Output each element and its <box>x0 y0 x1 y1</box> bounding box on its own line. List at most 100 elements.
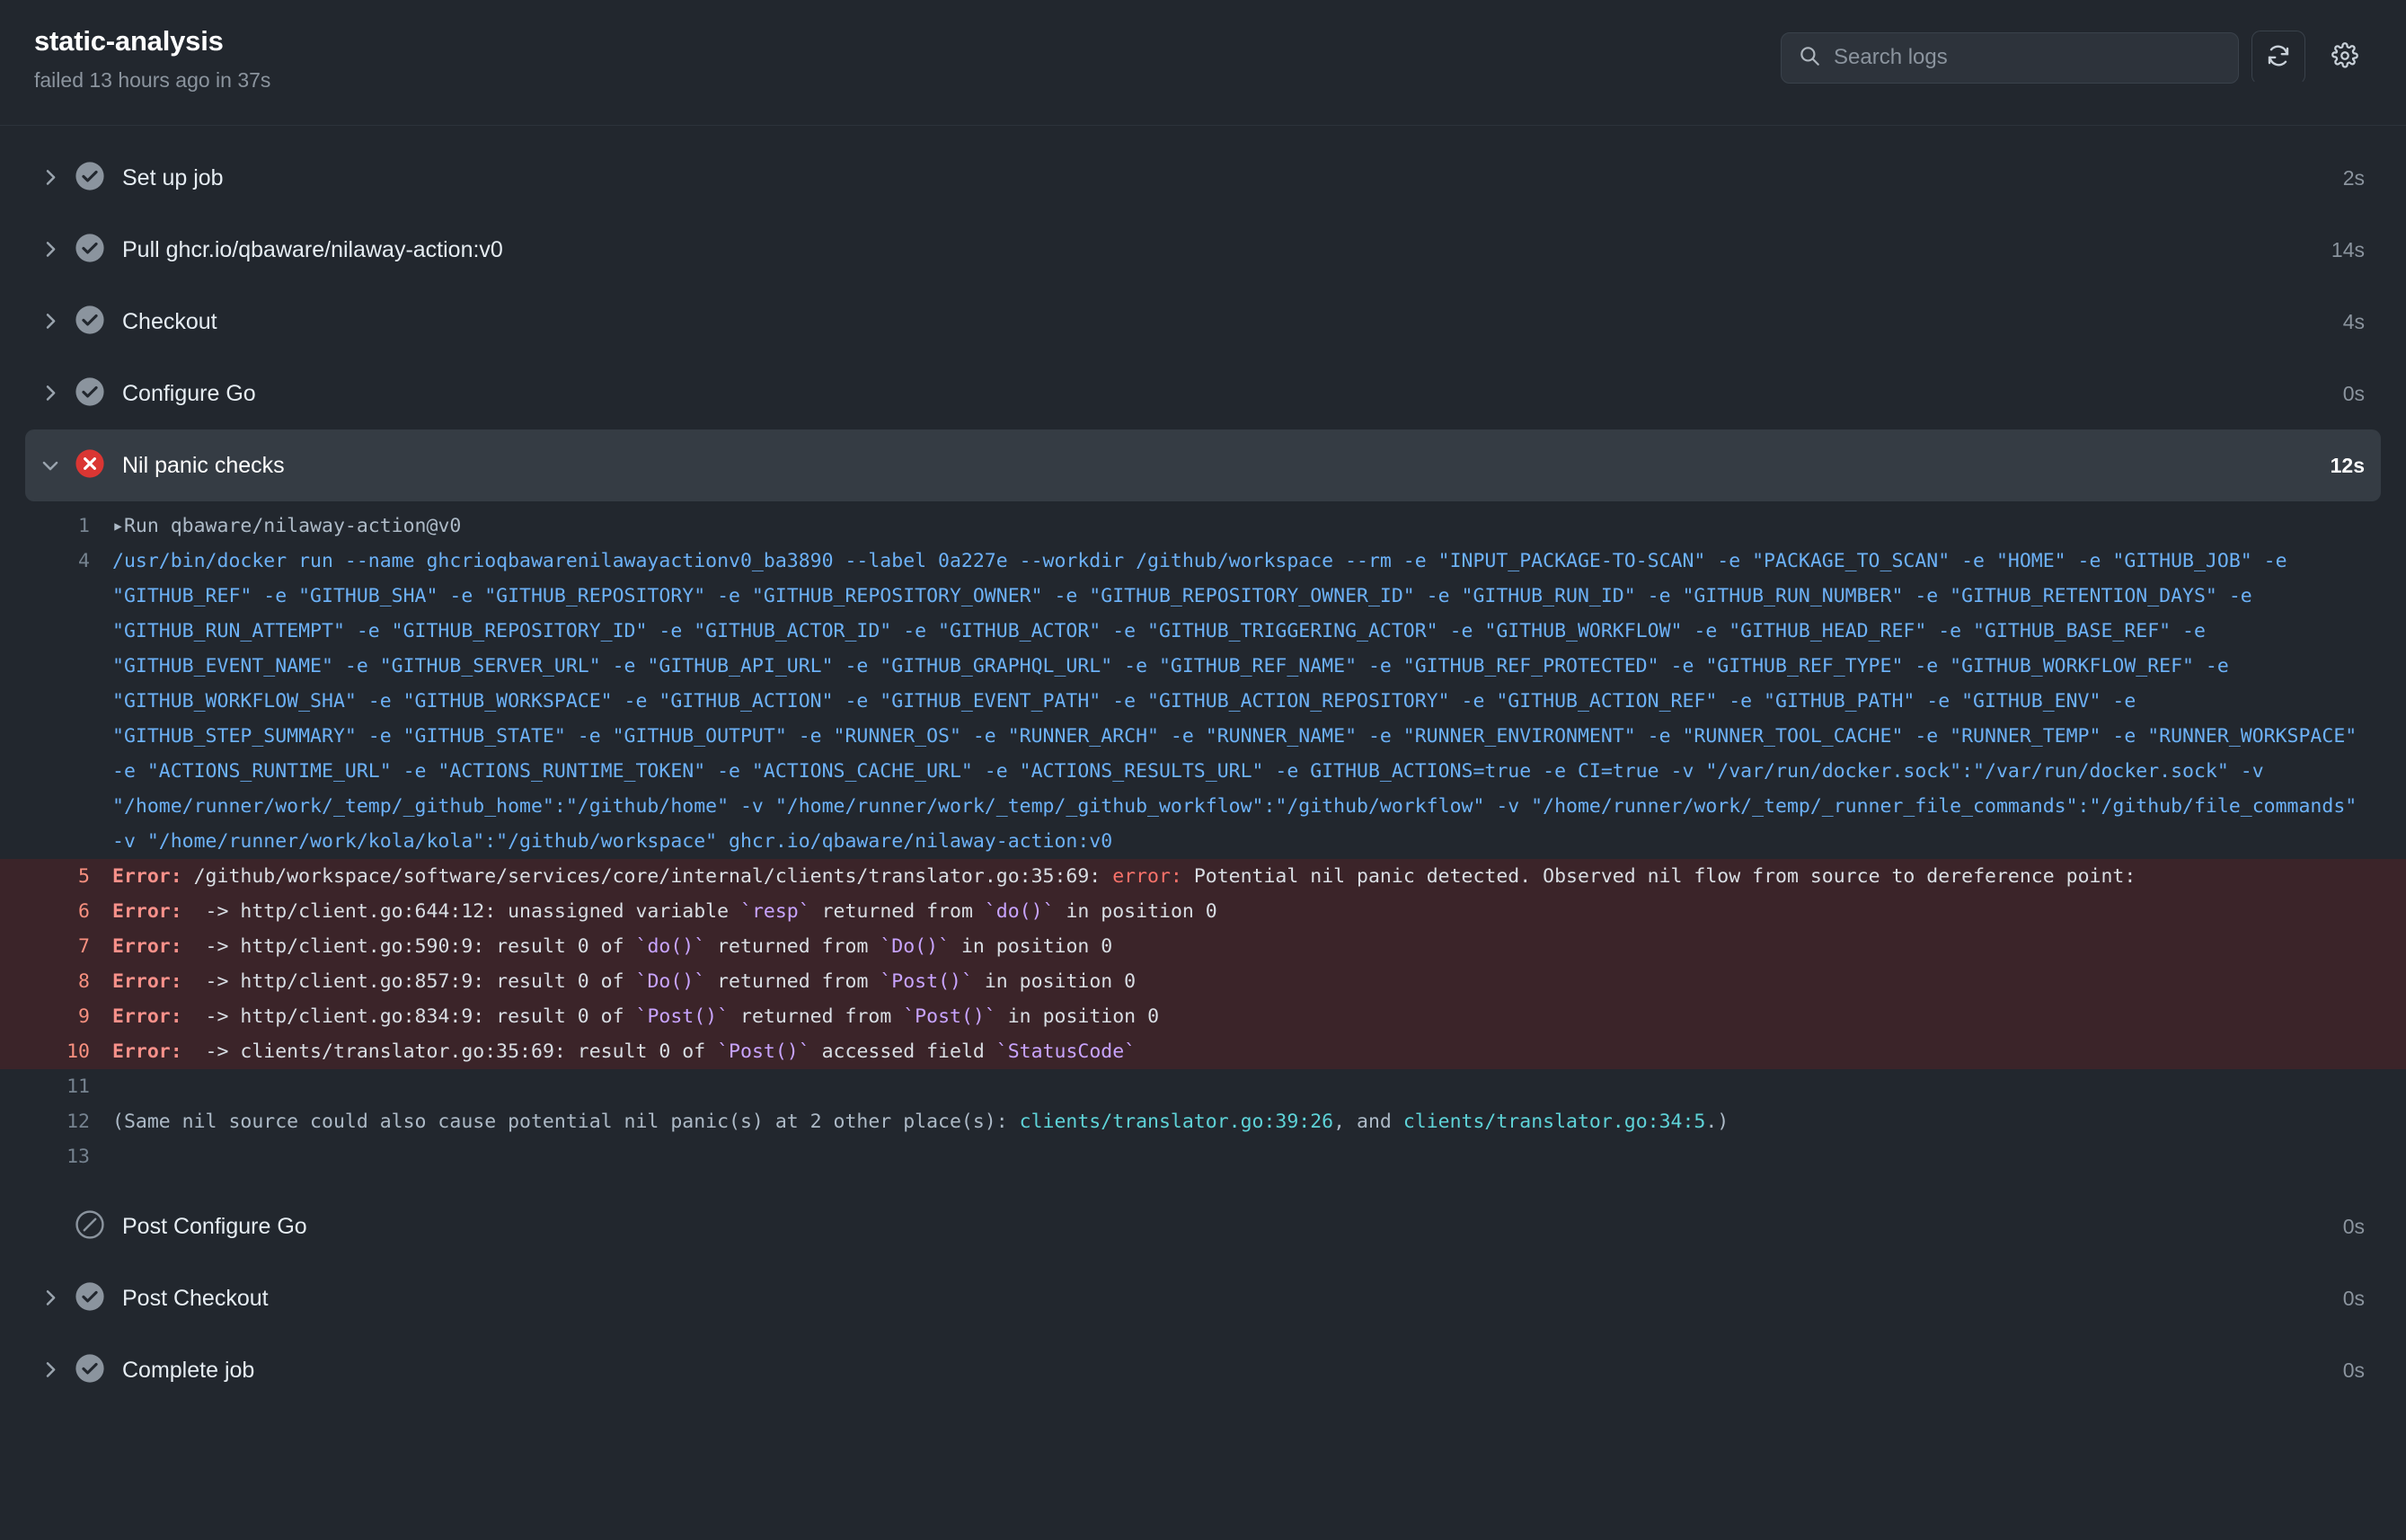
log-line-content: Error: -> http/client.go:644:12: unassig… <box>112 894 2379 929</box>
step-label: Complete job <box>122 1355 254 1385</box>
step-status-icon <box>68 1209 111 1244</box>
step-label: Nil panic checks <box>122 450 285 481</box>
log-line-number: 4 <box>0 544 112 579</box>
refresh-button[interactable] <box>2251 31 2305 84</box>
log-line-number: 5 <box>0 859 112 894</box>
chevron-right-icon[interactable] <box>32 166 68 190</box>
log-segment: /github/workspace/software/services/core… <box>182 865 1113 888</box>
step-row[interactable]: Checkout4s <box>25 286 2381 358</box>
log-line-error: 9Error: -> http/client.go:834:9: result … <box>0 999 2406 1034</box>
log-line-number: 12 <box>0 1104 112 1139</box>
job-header: static-analysis failed 13 hours ago in 3… <box>0 0 2406 126</box>
log-segment: Potential nil panic detected. Observed n… <box>1182 865 2136 888</box>
log-segment: `do()` <box>636 935 706 958</box>
skip-circle-icon <box>75 1209 105 1244</box>
step-status-icon <box>68 305 111 340</box>
step-duration: 4s <box>2343 310 2365 334</box>
chevron-right-icon[interactable] <box>32 310 68 333</box>
log-segment: in position 0 <box>973 970 1136 993</box>
step-duration: 14s <box>2331 238 2365 262</box>
x-circle-icon <box>75 448 105 483</box>
search-input[interactable]: Search logs <box>1781 32 2239 84</box>
step-row[interactable]: Nil panic checks12s <box>25 429 2381 501</box>
header-toolbar: Search logs <box>1781 20 2372 84</box>
chevron-right-icon[interactable] <box>32 1359 68 1382</box>
log-line-blank: 11 <box>0 1069 2406 1104</box>
step-label: Post Configure Go <box>122 1211 307 1242</box>
log-line-content: Error: -> http/client.go:834:9: result 0… <box>112 999 2379 1034</box>
log-segment: .) <box>1705 1111 1729 1133</box>
log-line-number: 8 <box>0 964 112 999</box>
settings-button[interactable] <box>2318 31 2372 84</box>
steps-list-top: Set up job2sPull ghcr.io/qbaware/nilaway… <box>0 126 2406 501</box>
step-status-icon <box>68 448 111 483</box>
step-row[interactable]: Pull ghcr.io/qbaware/nilaway-action:v014… <box>25 214 2381 286</box>
search-icon <box>1798 44 1821 72</box>
log-segment: `resp` <box>740 900 810 923</box>
step-label: Set up job <box>122 163 224 193</box>
step-status-icon <box>68 161 111 196</box>
error-label: Error: <box>112 1005 182 1028</box>
search-placeholder: Search logs <box>1834 45 1948 70</box>
log-line-number: 7 <box>0 929 112 964</box>
log-line-error: 7Error: -> http/client.go:590:9: result … <box>0 929 2406 964</box>
log-segment: `Do()` <box>636 970 706 993</box>
step-duration: 0s <box>2343 1287 2365 1311</box>
step-status-icon <box>68 376 111 412</box>
step-row[interactable]: Configure Go0s <box>25 358 2381 429</box>
log-segment: returned from <box>705 970 880 993</box>
log-line-number: 6 <box>0 894 112 929</box>
job-header-info: static-analysis failed 13 hours ago in 3… <box>34 20 270 93</box>
log-segment: -> http/client.go:857:9: result 0 of <box>182 970 636 993</box>
log-line-content: (Same nil source could also cause potent… <box>112 1104 2379 1139</box>
log-line-error: 8Error: -> http/client.go:857:9: result … <box>0 964 2406 999</box>
log-segment: `do()` <box>985 900 1055 923</box>
error-label: Error: <box>112 1040 182 1063</box>
log-line-error: 6Error: -> http/client.go:644:12: unassi… <box>0 894 2406 929</box>
log-segment: -> clients/translator.go:35:69: result 0… <box>182 1040 717 1063</box>
step-row[interactable]: Post Checkout0s <box>25 1262 2381 1334</box>
step-duration: 0s <box>2343 1359 2365 1383</box>
log-line-number: 13 <box>0 1139 112 1174</box>
gear-icon <box>2331 42 2358 74</box>
log-segment: returned from <box>729 1005 903 1028</box>
check-circle-icon <box>75 1353 105 1388</box>
error-label: Error: <box>112 900 182 923</box>
page-title: static-analysis <box>34 23 270 59</box>
chevron-right-icon[interactable] <box>32 382 68 405</box>
log-segment: , and <box>1333 1111 1403 1133</box>
step-duration: 0s <box>2343 382 2365 406</box>
log-line-content: Error: -> http/client.go:590:9: result 0… <box>112 929 2379 964</box>
log-segment: `StatusCode` <box>996 1040 1136 1063</box>
refresh-icon <box>2265 42 2292 74</box>
step-row[interactable]: Complete job 0s <box>25 1334 2381 1406</box>
job-status-text: failed 13 hours ago in 37s <box>34 66 270 93</box>
log-segment: `Post()` <box>717 1040 810 1063</box>
log-line-error: 5Error: /github/workspace/software/servi… <box>0 859 2406 894</box>
log-segment: -> http/client.go:590:9: result 0 of <box>182 935 636 958</box>
log-line-run: 1▸Run qbaware/nilaway-action@v0 <box>0 509 2406 544</box>
log-line-number: 1 <box>0 509 112 544</box>
step-status-icon <box>68 1281 111 1316</box>
step-row[interactable]: Post Configure Go0s <box>25 1190 2381 1262</box>
log-segment: `Post()` <box>636 1005 730 1028</box>
step-status-icon <box>68 233 111 268</box>
workflow-run-log-viewer: static-analysis failed 13 hours ago in 3… <box>0 0 2406 1540</box>
expand-marker-icon[interactable]: ▸ <box>112 515 124 537</box>
log-segment: `Post()` <box>903 1005 996 1028</box>
log-line-content: ▸Run qbaware/nilaway-action@v0 <box>112 509 2379 544</box>
log-line-number: 9 <box>0 999 112 1034</box>
log-output: 1▸Run qbaware/nilaway-action@v04/usr/bin… <box>0 501 2406 1174</box>
log-segment: clients/translator.go:39:26 <box>1020 1111 1334 1133</box>
log-line-content: Error: /github/workspace/software/servic… <box>112 859 2379 894</box>
log-segment: returned from <box>810 900 985 923</box>
log-segment: error: <box>1112 865 1182 888</box>
chevron-down-icon[interactable] <box>32 454 68 477</box>
log-segment: `Post()` <box>880 970 973 993</box>
step-row[interactable]: Set up job2s <box>25 142 2381 214</box>
chevron-right-icon[interactable] <box>32 1287 68 1310</box>
log-line-error: 10Error: -> clients/translator.go:35:69:… <box>0 1034 2406 1069</box>
check-circle-icon <box>75 376 105 412</box>
log-segment: returned from <box>705 935 880 958</box>
chevron-right-icon[interactable] <box>32 238 68 261</box>
